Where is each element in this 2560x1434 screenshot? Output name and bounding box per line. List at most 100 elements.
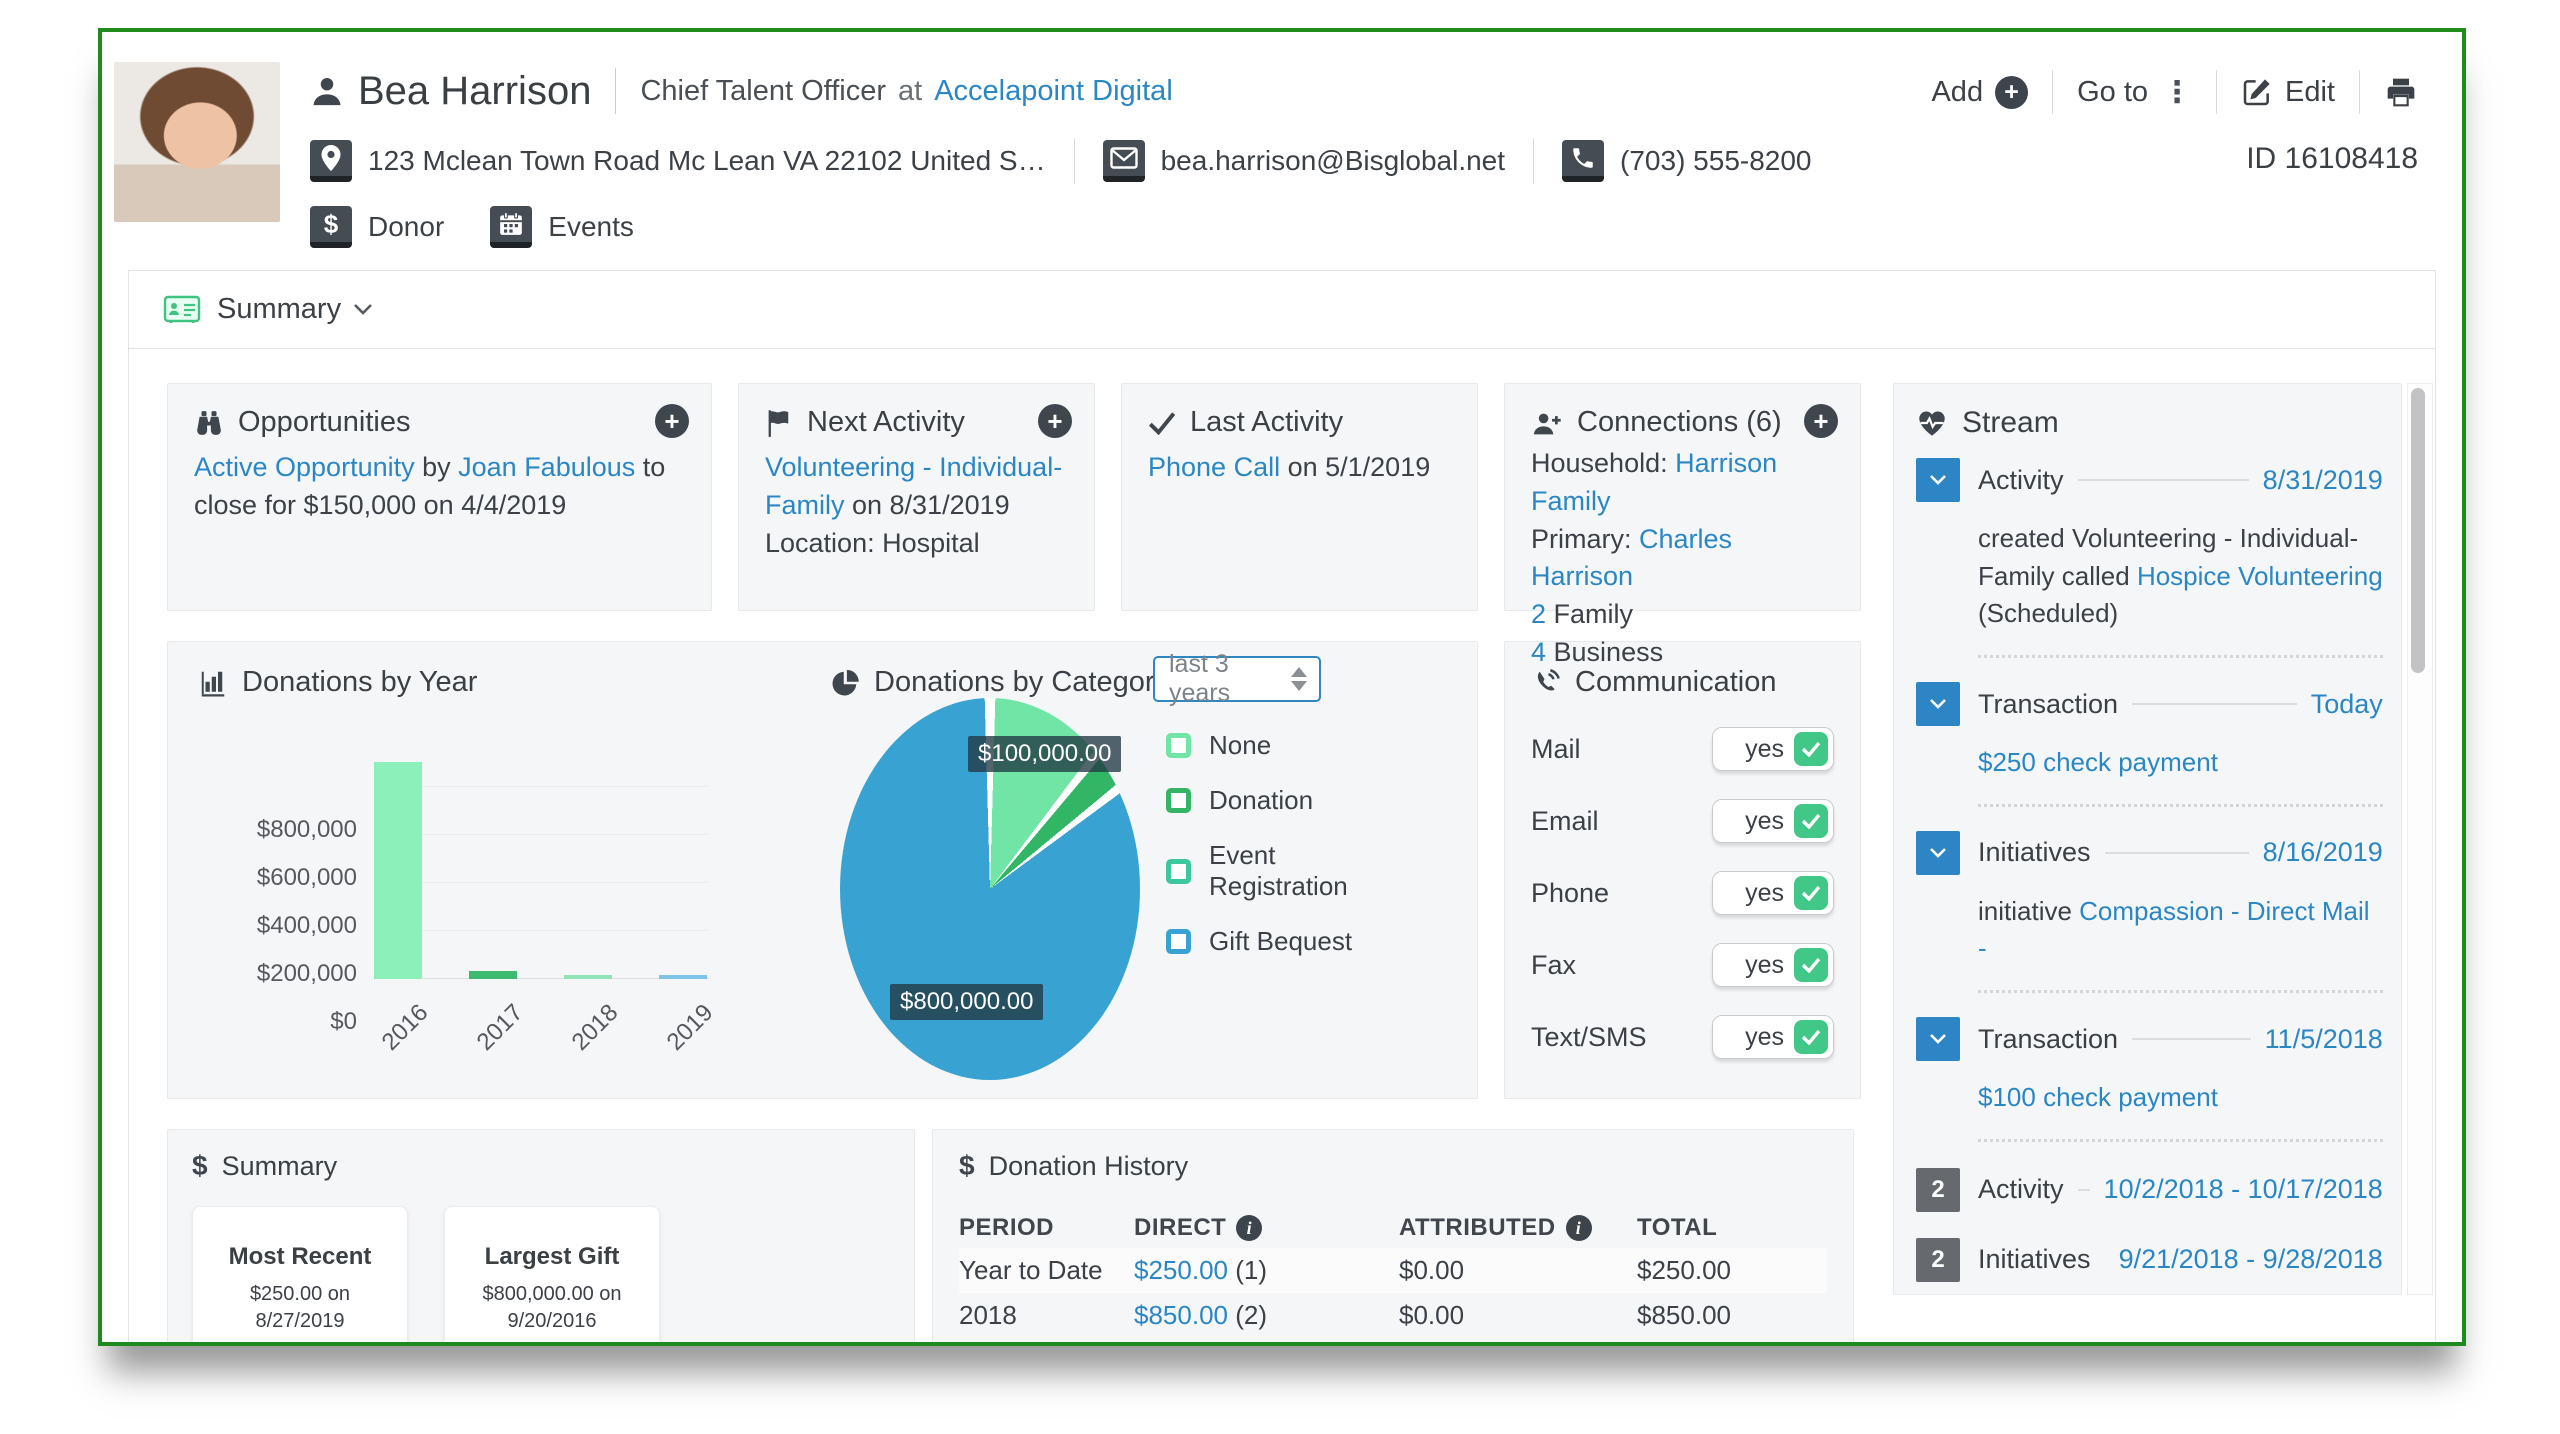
donor-badge: $ Donor xyxy=(310,206,444,248)
leader-line xyxy=(2132,1038,2251,1040)
legend-item: Event Registration xyxy=(1166,840,1386,902)
summary-tile: Largest Gift$800,000.00 on 9/20/2016 xyxy=(444,1206,660,1346)
address-text: 123 Mclean Town Road Mc Lean VA 22102 Un… xyxy=(368,145,1046,177)
opportunities-card: Opportunities + Active Opportunity by Jo… xyxy=(167,383,712,611)
stream-title: Stream xyxy=(1962,406,2059,440)
inline-text: (Scheduled) xyxy=(1978,598,2118,628)
x-axis-tick: 2019 xyxy=(661,999,719,1057)
text-sms-toggle[interactable]: yes xyxy=(1712,1015,1834,1059)
connections-body: Household: Harrison FamilyPrimary: Charl… xyxy=(1531,445,1834,672)
legend-marker-icon xyxy=(1166,788,1191,813)
inline-link[interactable]: $250 check payment xyxy=(1978,747,2218,777)
divider xyxy=(1533,138,1534,184)
stream-item: Activity8/31/2019created Volunteering - … xyxy=(1916,458,2383,658)
y-axis-tick: $0 xyxy=(197,1008,357,1036)
pie-range-select[interactable]: last 3 years xyxy=(1153,656,1321,702)
divider xyxy=(2052,70,2053,114)
print-button[interactable] xyxy=(2384,76,2418,108)
check-icon xyxy=(1794,1020,1828,1054)
inline-link[interactable]: $100 check payment xyxy=(1978,1082,2218,1112)
fax-toggle[interactable]: yes xyxy=(1712,943,1834,987)
inline-link[interactable]: Phone Call xyxy=(1148,452,1280,482)
inline-link[interactable]: $850.00 xyxy=(1134,1300,1228,1330)
summary-card-title: Summary xyxy=(222,1151,338,1182)
tab-summary[interactable]: Summary xyxy=(129,271,2435,349)
inline-text: $0.00 xyxy=(1399,1255,1464,1285)
profile-panel: Bea Harrison Chief Talent Officer at Acc… xyxy=(98,28,2466,1346)
add-activity-button[interactable]: + xyxy=(1038,404,1072,438)
toggle-value: yes xyxy=(1745,735,1784,764)
leader-line xyxy=(2078,479,2249,481)
info-icon[interactable]: i xyxy=(1236,1215,1262,1241)
gridline xyxy=(374,834,709,835)
stream-item-type: Activity xyxy=(1978,1174,2064,1205)
add-opportunity-button[interactable]: + xyxy=(655,404,689,438)
stream-collapse-button[interactable] xyxy=(1916,458,1960,502)
summary-tile: Most Recent$250.00 on 8/27/2019 xyxy=(192,1206,408,1346)
add-button[interactable]: Add + xyxy=(1931,76,2028,109)
chevron-down-icon xyxy=(353,303,373,316)
stream-item-date[interactable]: 11/5/2018 xyxy=(2265,1024,2383,1055)
y-axis-tick: $800,000 xyxy=(197,816,357,844)
inline-link[interactable]: 2 xyxy=(1531,599,1546,629)
edit-button[interactable]: Edit xyxy=(2241,76,2335,109)
stream-collapse-button[interactable] xyxy=(1916,1017,1960,1061)
email-toggle[interactable]: yes xyxy=(1712,799,1834,843)
connections-title: Connections (6) xyxy=(1577,406,1782,439)
inline-link[interactable]: $250.00 xyxy=(1134,1255,1228,1285)
inline-link[interactable]: Active Opportunity xyxy=(194,452,415,482)
stepper-icon xyxy=(1291,667,1307,691)
stream-item-type: Transaction xyxy=(1978,1024,2118,1055)
stream-collapse-button[interactable] xyxy=(1916,682,1960,726)
email-link[interactable]: bea.harrison@Bisglobal.net xyxy=(1161,145,1505,177)
stream-item-date[interactable]: 8/31/2019 xyxy=(2263,465,2383,496)
leader-line xyxy=(2105,852,2249,854)
info-icon[interactable]: i xyxy=(1566,1215,1592,1241)
table-cell: 2018 xyxy=(959,1293,1134,1338)
inline-link[interactable]: Joan Fabulous xyxy=(458,452,635,482)
donations-by-year-chart: 2016201720182019 $0$200,000$400,000$600,… xyxy=(204,744,709,1024)
calendar-icon xyxy=(490,206,532,248)
inline-text: (2) xyxy=(1228,1300,1267,1330)
stream-scrollbar[interactable] xyxy=(2407,383,2433,1295)
scrollbar-thumb[interactable] xyxy=(2411,388,2425,673)
add-connection-button[interactable]: + xyxy=(1804,404,1838,438)
events-badge: Events xyxy=(490,206,634,248)
legend-label: Donation xyxy=(1209,785,1313,816)
job-title: Chief Talent Officer xyxy=(640,75,886,108)
tile-value: $800,000.00 on 9/20/2016 xyxy=(455,1281,649,1335)
inline-link[interactable]: 4 xyxy=(1531,637,1546,667)
x-axis-tick: 2018 xyxy=(566,999,624,1057)
next-activity-body: Volunteering - Individual-Family on 8/31… xyxy=(765,449,1068,562)
company-link[interactable]: Accelapoint Digital xyxy=(934,75,1173,108)
stream-item-type: Activity xyxy=(1978,465,2064,496)
inline-text: Household: xyxy=(1531,448,1675,478)
stream-collapse-button[interactable] xyxy=(1916,831,1960,875)
mail-toggle[interactable]: yes xyxy=(1712,727,1834,771)
stream-item-date[interactable]: 9/21/2018 - 9/28/2018 xyxy=(2119,1244,2383,1275)
dotted-divider xyxy=(1978,804,2383,807)
y-axis-tick: $600,000 xyxy=(197,864,357,892)
goto-button[interactable]: Go to ⋮ xyxy=(2077,75,2192,110)
phone-text: (703) 555-8200 xyxy=(1620,145,1811,177)
table-header: PERIOD xyxy=(959,1208,1134,1248)
stream-item-date[interactable]: 10/2/2018 - 10/17/2018 xyxy=(2104,1174,2383,1205)
stream-item-date[interactable]: 8/16/2019 xyxy=(2263,837,2383,868)
phone-toggle[interactable]: yes xyxy=(1712,871,1834,915)
events-badge-label: Events xyxy=(548,211,634,243)
legend-item: Gift Bequest xyxy=(1166,926,1386,957)
donations-charts-card: Donations by Year 2016201720182019 $0$20… xyxy=(167,641,1478,1099)
legend-marker-icon xyxy=(1166,859,1191,884)
stream-item-date[interactable]: Today xyxy=(2311,689,2383,720)
legend-item: None xyxy=(1166,730,1386,761)
divider xyxy=(1074,138,1075,184)
inline-text: (1) xyxy=(1228,1255,1267,1285)
comm-row: Text/SMS yes xyxy=(1531,1015,1834,1059)
stream-item-body: $100 check payment xyxy=(1978,1079,2383,1117)
toggle-value: yes xyxy=(1745,1023,1784,1052)
comm-label: Text/SMS xyxy=(1531,1022,1647,1053)
user-icon xyxy=(310,73,344,109)
bar-chart-title: Donations by Year xyxy=(242,666,477,699)
inline-link[interactable]: Hospice Volunteering xyxy=(2137,561,2383,591)
stream-item-body: $250 check payment xyxy=(1978,744,2383,782)
